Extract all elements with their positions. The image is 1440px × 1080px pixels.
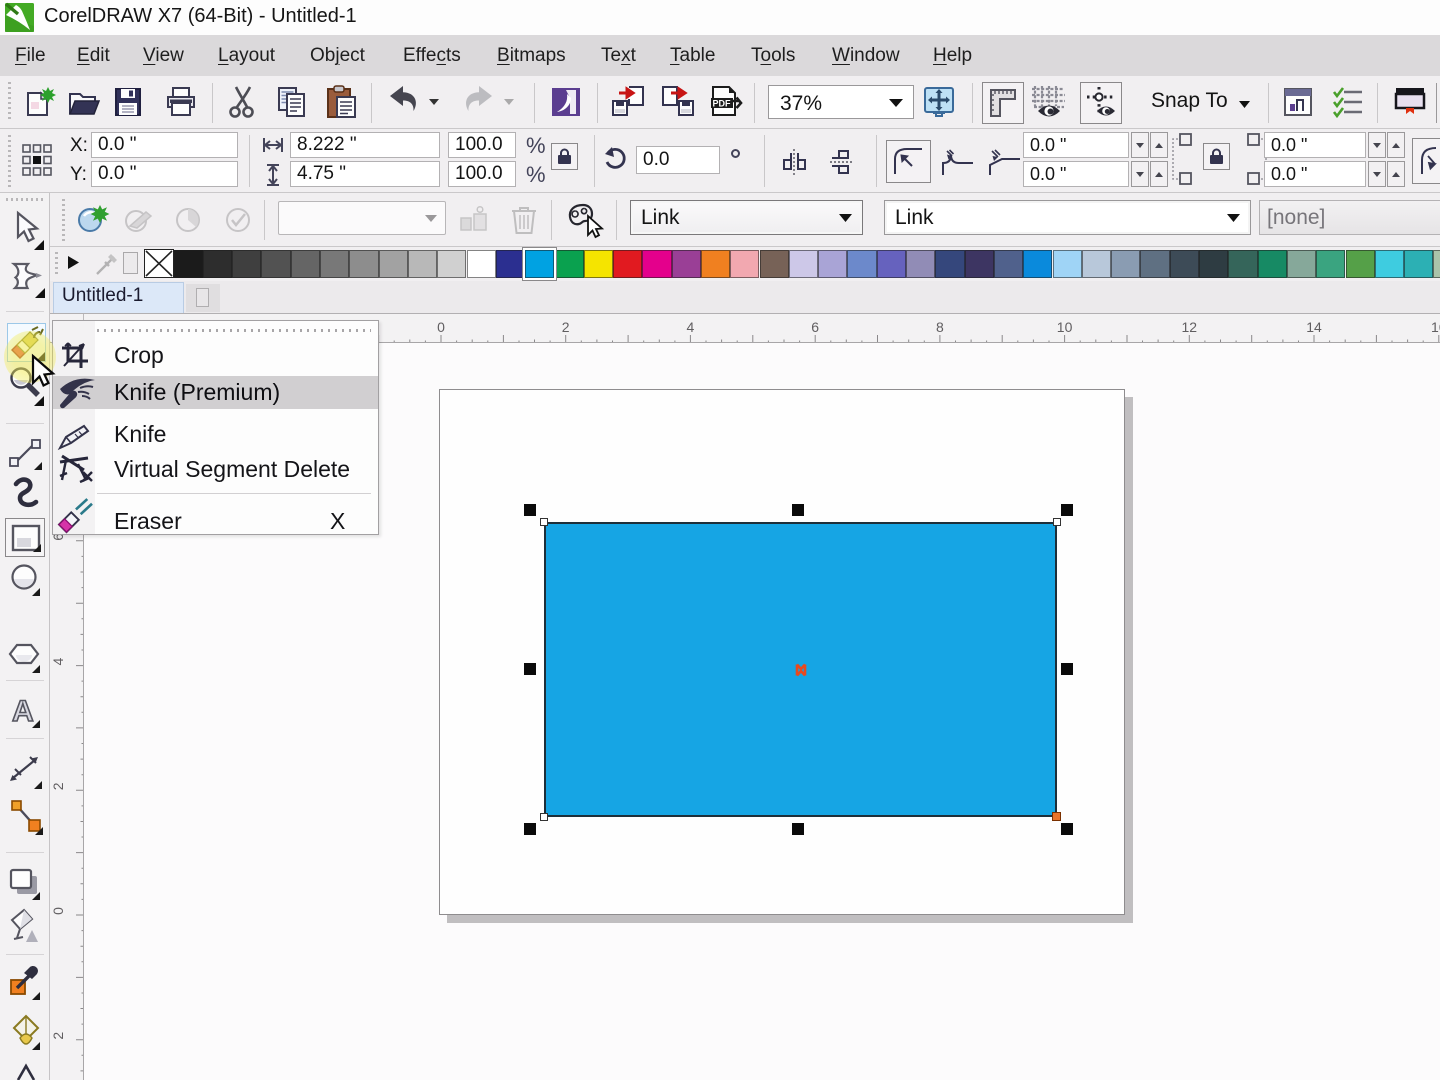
svg-text:2: 2 [562,319,570,335]
svg-text:14: 14 [1306,319,1322,335]
svg-text:4: 4 [50,657,66,665]
svg-text:12: 12 [1182,319,1198,335]
svg-text:2: 2 [50,782,66,790]
svg-text:6: 6 [811,319,819,335]
svg-text:8: 8 [936,319,944,335]
svg-text:0: 0 [437,319,445,335]
svg-text:PDF: PDF [713,99,732,109]
svg-text:2: 2 [50,1032,66,1040]
svg-text:A: A [12,695,34,728]
svg-text:0: 0 [50,907,66,915]
svg-text:4: 4 [687,319,695,335]
svg-text:10: 10 [1057,319,1073,335]
svg-text:16: 16 [1431,319,1440,335]
